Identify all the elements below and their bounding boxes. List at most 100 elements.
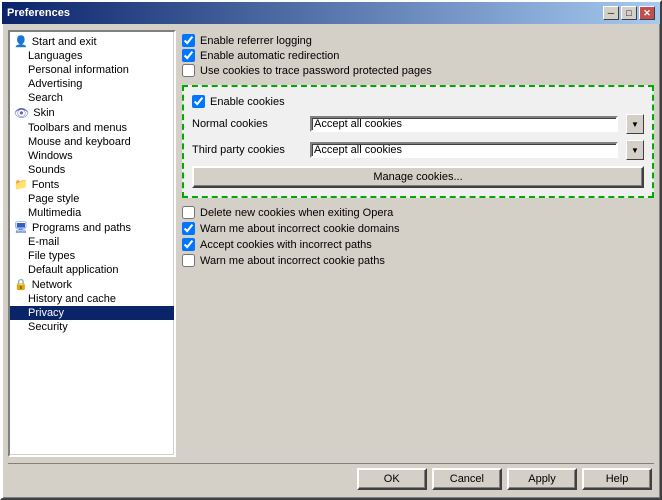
sidebar-label: Languages	[28, 50, 82, 62]
help-button[interactable]: Help	[582, 468, 652, 490]
sidebar-label: Mouse and keyboard	[28, 136, 131, 148]
third-party-select[interactable]: Accept all cookies Block cookies Ask bef…	[312, 144, 616, 156]
maximize-button[interactable]: □	[621, 6, 637, 20]
third-party-row: Third party cookies Accept all cookies B…	[192, 140, 644, 160]
sidebar-item-start-and-exit[interactable]: 👤 Start and exit	[10, 34, 174, 49]
delete-new-cookies-label: Delete new cookies when exiting Opera	[200, 207, 393, 219]
sidebar-label: File types	[28, 250, 75, 262]
eye-icon: 👁	[14, 106, 29, 120]
enable-referrer-row: Enable referrer logging	[182, 34, 654, 47]
enable-redirect-label: Enable automatic redirection	[200, 50, 339, 62]
warn-domains-row: Warn me about incorrect cookie domains	[182, 222, 654, 235]
preferences-window: Preferences ─ □ ✕ 👤 Start and exit Langu…	[0, 0, 662, 500]
person2-icon: 🖥	[14, 221, 28, 234]
sidebar-item-personal-information[interactable]: Personal information	[10, 63, 174, 77]
sidebar-item-default-app[interactable]: Default application	[10, 263, 174, 277]
sidebar-label: Fonts	[32, 179, 60, 191]
warn-paths-label: Warn me about incorrect cookie paths	[200, 255, 385, 267]
enable-referrer-label: Enable referrer logging	[200, 35, 312, 47]
delete-new-cookies-row: Delete new cookies when exiting Opera	[182, 206, 654, 219]
window-body: 👤 Start and exit Languages Personal info…	[2, 24, 660, 498]
sidebar-label: Skin	[33, 107, 54, 119]
sidebar-label: Privacy	[28, 307, 64, 319]
use-cookies-trace-label: Use cookies to trace password protected …	[200, 65, 432, 77]
third-party-arrow[interactable]: ▼	[626, 140, 644, 160]
top-checkboxes: Enable referrer logging Enable automatic…	[182, 30, 654, 81]
sidebar-item-file-types[interactable]: File types	[10, 249, 174, 263]
sidebar-item-skin[interactable]: 👁 Skin	[10, 105, 174, 121]
minimize-button[interactable]: ─	[603, 6, 619, 20]
third-party-dropdown-container: Accept all cookies Block cookies Ask bef…	[310, 142, 618, 158]
warn-domains-label: Warn me about incorrect cookie domains	[200, 223, 400, 235]
sidebar-item-toolbars[interactable]: Toolbars and menus	[10, 121, 174, 135]
sidebar-item-privacy[interactable]: Privacy	[10, 306, 174, 320]
title-bar-buttons: ─ □ ✕	[603, 6, 655, 20]
sidebar-label: Personal information	[28, 64, 129, 76]
sidebar-label: Windows	[28, 150, 73, 162]
normal-cookies-dropdown-container: Accept all cookies Block cookies Ask bef…	[310, 116, 618, 132]
apply-button[interactable]: Apply	[507, 468, 577, 490]
normal-cookies-row: Normal cookies Accept all cookies Block …	[192, 114, 644, 134]
sidebar-item-search[interactable]: Search	[10, 91, 174, 105]
sidebar-label: Security	[28, 321, 68, 333]
enable-cookies-label: Enable cookies	[210, 96, 285, 108]
sidebar-label: Network	[32, 279, 72, 291]
third-party-label: Third party cookies	[192, 144, 302, 156]
folder-icon: 📁	[14, 178, 28, 191]
sidebar-label: Programs and paths	[32, 222, 131, 234]
accept-incorrect-paths-row: Accept cookies with incorrect paths	[182, 238, 654, 251]
manage-cookies-button[interactable]: Manage cookies...	[192, 166, 644, 188]
enable-cookies-checkbox[interactable]	[192, 95, 205, 108]
sidebar-label: Advertising	[28, 78, 82, 90]
sidebar-label: Search	[28, 92, 63, 104]
enable-cookies-row: Enable cookies	[192, 95, 644, 108]
cookies-box: Enable cookies Normal cookies Accept all…	[182, 85, 654, 198]
window-title: Preferences	[7, 7, 70, 19]
sidebar-item-fonts[interactable]: 📁 Fonts	[10, 177, 174, 192]
normal-cookies-label: Normal cookies	[192, 118, 302, 130]
sidebar-item-page-style[interactable]: Page style	[10, 192, 174, 206]
enable-redirect-row: Enable automatic redirection	[182, 49, 654, 62]
accept-incorrect-paths-label: Accept cookies with incorrect paths	[200, 239, 372, 251]
sidebar-label: Start and exit	[32, 36, 97, 48]
warn-paths-row: Warn me about incorrect cookie paths	[182, 254, 654, 267]
sidebar-label: Sounds	[28, 164, 65, 176]
bottom-checkboxes: Delete new cookies when exiting Opera Wa…	[182, 202, 654, 271]
enable-redirect-checkbox[interactable]	[182, 49, 195, 62]
sidebar-item-advertising[interactable]: Advertising	[10, 77, 174, 91]
warn-paths-checkbox[interactable]	[182, 254, 195, 267]
footer-buttons: OK Cancel Apply Help	[8, 463, 654, 492]
sidebar-item-programs[interactable]: 🖥 Programs and paths	[10, 220, 174, 235]
sidebar-item-history[interactable]: History and cache	[10, 292, 174, 306]
sidebar-label: Default application	[28, 264, 119, 276]
use-cookies-trace-checkbox[interactable]	[182, 64, 195, 77]
normal-cookies-select[interactable]: Accept all cookies Block cookies Ask bef…	[312, 118, 616, 130]
delete-new-cookies-checkbox[interactable]	[182, 206, 195, 219]
right-panel: Enable referrer logging Enable automatic…	[182, 30, 654, 457]
sidebar-item-windows[interactable]: Windows	[10, 149, 174, 163]
normal-cookies-arrow[interactable]: ▼	[626, 114, 644, 134]
sidebar-item-network[interactable]: 🔒 Network	[10, 277, 174, 292]
sidebar-label: E-mail	[28, 236, 59, 248]
person-icon: 👤	[14, 35, 28, 48]
sidebar-item-mouse[interactable]: Mouse and keyboard	[10, 135, 174, 149]
sidebar-label: Page style	[28, 193, 79, 205]
cancel-button[interactable]: Cancel	[432, 468, 502, 490]
sidebar: 👤 Start and exit Languages Personal info…	[8, 30, 176, 457]
sidebar-label: History and cache	[28, 293, 116, 305]
sidebar-item-languages[interactable]: Languages	[10, 49, 174, 63]
sidebar-item-security[interactable]: Security	[10, 320, 174, 334]
sidebar-label: Toolbars and menus	[28, 122, 127, 134]
ok-button[interactable]: OK	[357, 468, 427, 490]
use-cookies-trace-row: Use cookies to trace password protected …	[182, 64, 654, 77]
sidebar-item-multimedia[interactable]: Multimedia	[10, 206, 174, 220]
close-button[interactable]: ✕	[639, 6, 655, 20]
sidebar-label: Multimedia	[28, 207, 81, 219]
sidebar-item-sounds[interactable]: Sounds	[10, 163, 174, 177]
title-bar: Preferences ─ □ ✕	[2, 2, 660, 24]
sidebar-item-email[interactable]: E-mail	[10, 235, 174, 249]
warn-domains-checkbox[interactable]	[182, 222, 195, 235]
enable-referrer-checkbox[interactable]	[182, 34, 195, 47]
main-content: 👤 Start and exit Languages Personal info…	[8, 30, 654, 457]
accept-incorrect-paths-checkbox[interactable]	[182, 238, 195, 251]
